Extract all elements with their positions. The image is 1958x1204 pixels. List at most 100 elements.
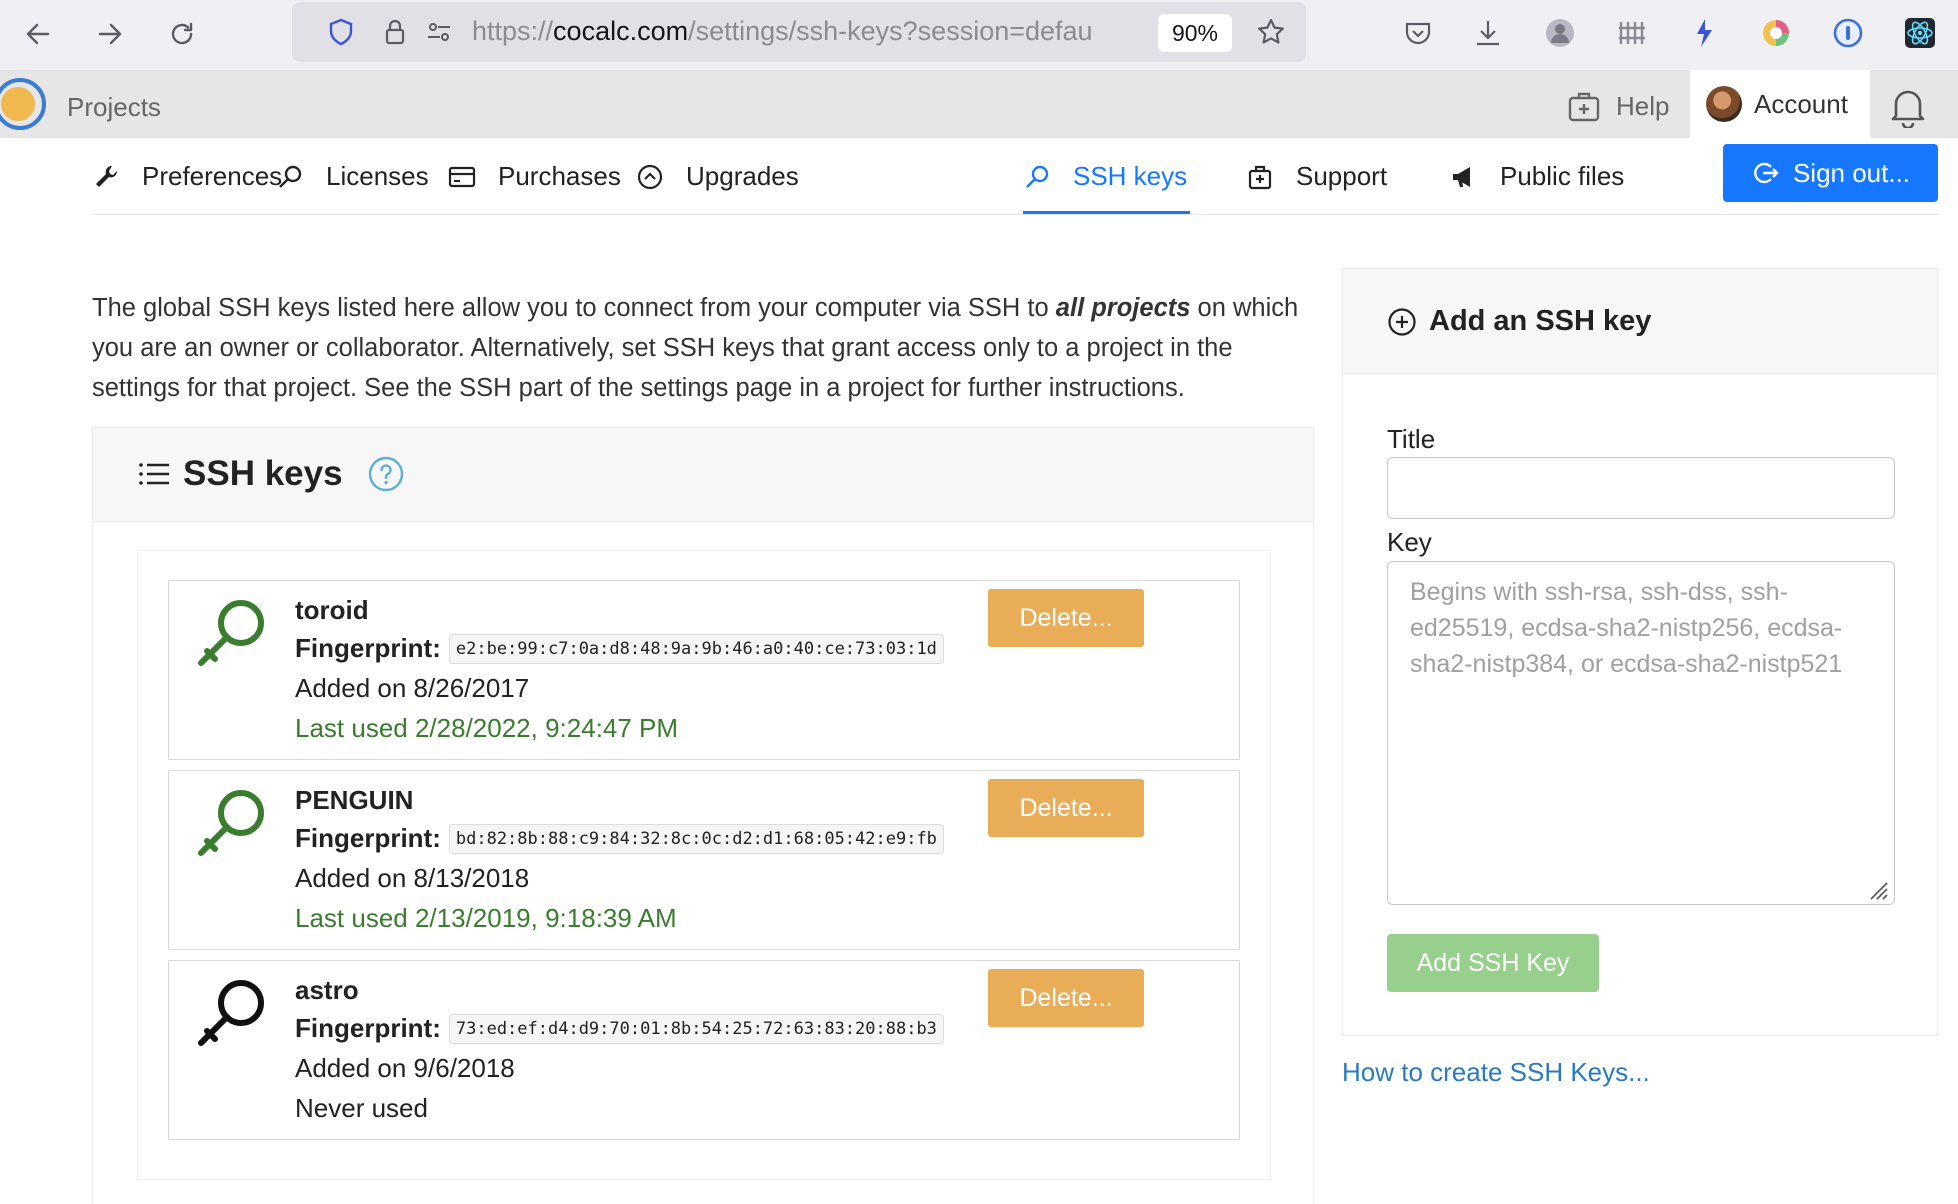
intro-text: The global SSH keys listed here allow yo… [92, 294, 1299, 402]
key-icon [198, 790, 264, 856]
fingerprint-value: 73:ed:ef:d4:d9:70:01:8b:54:25:72:63:83:2… [448, 1013, 944, 1044]
added-date: Added on 8/26/2017 [295, 673, 530, 703]
tab-label: Licenses [326, 161, 429, 191]
fingerprint-row: Fingerprint: e2:be:99:c7:0a:d8:48:9a:9b:… [295, 633, 944, 664]
ssh-key-item: astro Fingerprint: 73:ed:ef:d4:d9:70:01:… [168, 960, 1240, 1140]
last-used: Last used 2/28/2022, 9:24:47 PM [295, 713, 679, 743]
lock-icon[interactable] [378, 15, 412, 49]
tab-label: Preferences [142, 161, 283, 191]
delete-button[interactable]: Delete... [988, 969, 1144, 1027]
ssh-key-item: toroid Fingerprint: e2:be:99:c7:0a:d8:48… [168, 580, 1240, 760]
url-text[interactable]: https://cocalc.com/settings/ssh-keys?ses… [472, 16, 1148, 47]
key-name: astro [295, 975, 359, 1005]
back-button[interactable] [16, 12, 60, 56]
ssh-keys-title: SSH keys [183, 454, 343, 493]
fingerprint-value: bd:82:8b:88:c9:84:32:8c:0c:d2:d1:68:05:4… [448, 823, 944, 854]
account-label: Account [1754, 88, 1848, 119]
added-date: Added on 9/6/2018 [295, 1053, 515, 1083]
tab-purchases[interactable]: Purchases [448, 138, 621, 215]
tab-support[interactable]: Support [1246, 138, 1387, 215]
last-used: Last used 2/13/2019, 9:18:39 AM [295, 903, 677, 933]
avatar [1706, 86, 1742, 122]
medkit-icon [1248, 165, 1272, 189]
tab-label: Purchases [498, 161, 621, 191]
downloads-icon[interactable] [1468, 13, 1508, 53]
arrow-right-icon [98, 23, 122, 45]
key-icon [1026, 165, 1049, 188]
zoom-level[interactable]: 90% [1158, 14, 1232, 52]
bookmark-star-icon[interactable] [1254, 15, 1288, 49]
sign-out-button[interactable]: Sign out... [1723, 144, 1938, 202]
reload-button[interactable] [160, 12, 204, 56]
tab-upgrades[interactable]: Upgrades [636, 138, 799, 215]
browser-toolbar: https://cocalc.com/settings/ssh-keys?ses… [0, 0, 1958, 70]
key-name: toroid [295, 595, 369, 625]
sign-out-label: Sign out... [1792, 157, 1911, 188]
pocket-icon[interactable] [1398, 13, 1438, 53]
key-name: PENGUIN [295, 785, 414, 815]
key-label: Key [1387, 527, 1432, 557]
tab-ssh-keys[interactable]: SSH keys [1023, 138, 1190, 215]
help-link[interactable]: Help [1566, 88, 1669, 124]
add-ssh-key-header: Add an SSH key [1343, 269, 1937, 374]
fingerprint-row: Fingerprint: bd:82:8b:88:c9:84:32:8c:0c:… [295, 823, 944, 854]
ssh-keys-panel: SSH keys toroid Fingerprint: e2:be:99:c7… [92, 427, 1314, 1204]
added-date: Added on 8/13/2018 [295, 863, 530, 893]
ssh-keys-list: toroid Fingerprint: e2:be:99:c7:0a:d8:48… [137, 550, 1271, 1180]
resize-grip-icon[interactable] [1867, 879, 1889, 901]
key-icon [198, 980, 264, 1046]
ssh-keys-panel-header: SSH keys [93, 428, 1313, 522]
question-circle-icon[interactable] [367, 455, 405, 493]
bullhorn-icon [1453, 166, 1470, 187]
title-label: Title [1387, 424, 1436, 454]
tab-public-files[interactable]: Public files [1450, 138, 1624, 215]
logout-icon [1754, 162, 1779, 184]
forward-button[interactable] [88, 12, 132, 56]
projects-link[interactable]: Projects [67, 92, 161, 123]
list-icon [139, 463, 169, 485]
title-input[interactable] [1387, 457, 1895, 519]
bell-icon[interactable] [1888, 84, 1928, 128]
tabs-divider [92, 214, 1938, 215]
color-wheel-extension-icon[interactable] [1756, 13, 1796, 53]
wrench-icon [96, 165, 118, 187]
password-manager-icon[interactable] [1828, 13, 1868, 53]
fingerprint-label: Fingerprint: [295, 823, 441, 853]
key-icon [279, 165, 302, 188]
react-devtools-icon[interactable] [1900, 13, 1940, 53]
arrow-left-icon [26, 23, 50, 45]
ssh-key-item: PENGUIN Fingerprint: bd:82:8b:88:c9:84:3… [168, 770, 1240, 950]
medkit-icon [1568, 92, 1600, 122]
key-textarea[interactable] [1387, 561, 1895, 905]
settings-tabs: Preferences Licenses Purchases Upgrades … [92, 138, 1938, 215]
fingerprint-label: Fingerprint: [295, 633, 441, 663]
how-to-create-ssh-keys-link[interactable]: How to create SSH Keys... [1342, 1057, 1650, 1088]
delete-button[interactable]: Delete... [988, 589, 1144, 647]
app-header: Projects Help Account [0, 70, 1958, 138]
cocalc-logo-icon[interactable] [0, 76, 52, 132]
grid-extension-icon[interactable] [1612, 13, 1652, 53]
arrow-circle-up-icon [637, 164, 663, 189]
delete-button[interactable]: Delete... [988, 779, 1144, 837]
permissions-icon[interactable] [422, 15, 456, 49]
add-ssh-key-title: Add an SSH key [1429, 305, 1652, 337]
key-icon [198, 600, 264, 666]
account-tab[interactable]: Account [1690, 70, 1870, 138]
plus-circle-icon [1388, 307, 1416, 336]
flame-extension-icon[interactable] [1684, 13, 1724, 53]
tab-label: SSH keys [1073, 161, 1188, 191]
shield-icon[interactable] [324, 15, 358, 49]
ssh-keys-heading: SSH keys [137, 454, 405, 494]
extension-avatar-icon[interactable] [1540, 13, 1580, 53]
tab-licenses[interactable]: Licenses [276, 138, 429, 215]
fingerprint-value: e2:be:99:c7:0a:d8:48:9a:9b:46:a0:40:ce:7… [448, 633, 944, 664]
add-ssh-key-button[interactable]: Add SSH Key [1387, 934, 1599, 992]
credit-card-icon [448, 166, 476, 187]
fingerprint-row: Fingerprint: 73:ed:ef:d4:d9:70:01:8b:54:… [295, 1013, 944, 1044]
url-bar[interactable]: https://cocalc.com/settings/ssh-keys?ses… [292, 2, 1306, 62]
tab-preferences[interactable]: Preferences [92, 138, 282, 215]
add-ssh-key-heading: Add an SSH key [1387, 305, 1651, 338]
tab-label: Upgrades [686, 161, 799, 191]
fingerprint-label: Fingerprint: [295, 1013, 441, 1043]
last-used: Never used [295, 1093, 428, 1123]
